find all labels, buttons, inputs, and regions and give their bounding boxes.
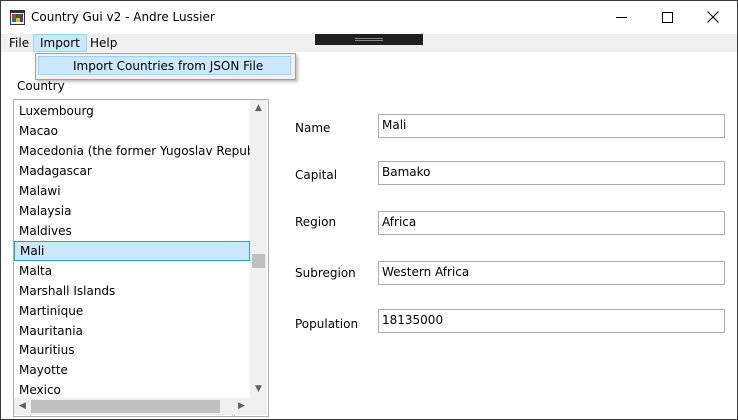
menu-help[interactable]: Help [85, 34, 122, 52]
minimize-button[interactable] [598, 1, 644, 33]
list-item[interactable]: Malawi [14, 181, 250, 201]
grip-icon [355, 38, 383, 41]
name-field[interactable]: Mali [378, 114, 725, 138]
list-item[interactable]: Macedonia (the former Yugoslav Republic … [14, 141, 250, 161]
subregion-label: Subregion [295, 266, 356, 280]
name-label: Name [295, 121, 331, 135]
menu-file[interactable]: File [4, 34, 34, 52]
maximize-icon [661, 11, 673, 23]
vertical-scrollbar[interactable]: ▲ ▼ [250, 100, 267, 398]
menu-import[interactable]: Import [33, 34, 87, 52]
subregion-field[interactable]: Western Africa [378, 261, 725, 285]
list-item[interactable]: Macao [14, 121, 250, 141]
horizontal-scroll-thumb[interactable] [31, 400, 220, 413]
close-button[interactable] [690, 1, 736, 33]
vertical-scroll-thumb[interactable] [252, 254, 265, 268]
list-item[interactable]: Madagascar [14, 161, 250, 181]
list-item[interactable]: Mauritius [14, 340, 250, 360]
scroll-right-icon[interactable]: ▶ [233, 398, 250, 415]
population-label: Population [295, 317, 359, 331]
drag-handle[interactable] [315, 34, 423, 45]
capital-label: Capital [295, 168, 338, 182]
country-listbox[interactable]: Luxembourg Macao Macedonia (the former Y… [13, 99, 269, 417]
main-window: Country Gui v2 - Andre Lussier File Impo… [0, 0, 738, 420]
list-item[interactable]: Malaysia [14, 201, 250, 221]
list-item[interactable]: Mayotte [14, 360, 250, 380]
list-item[interactable]: Mauritania [14, 321, 250, 341]
scroll-up-icon[interactable]: ▲ [250, 100, 267, 117]
app-icon [10, 10, 25, 25]
horizontal-scrollbar[interactable]: ◀ ▶ [14, 398, 250, 415]
capital-field[interactable]: Bamako [378, 161, 725, 185]
list-item[interactable]: Marshall Islands [14, 281, 250, 301]
close-icon [707, 11, 719, 23]
region-field[interactable]: Africa [378, 211, 725, 235]
list-item[interactable]: Mexico [14, 380, 250, 400]
region-label: Region [295, 215, 337, 229]
list-item[interactable]: Martinique [14, 301, 250, 321]
population-field[interactable]: 18135000 [378, 309, 725, 333]
list-item[interactable]: Maldives [14, 221, 250, 241]
country-label: Country [17, 79, 65, 93]
scroll-down-icon[interactable]: ▼ [250, 381, 267, 398]
window-title: Country Gui v2 - Andre Lussier [31, 10, 215, 24]
list-item[interactable]: Malta [14, 261, 250, 281]
scrollbar-corner [250, 398, 267, 415]
title-bar[interactable]: Country Gui v2 - Andre Lussier [1, 1, 737, 34]
scroll-left-icon[interactable]: ◀ [14, 398, 31, 415]
maximize-button[interactable] [644, 1, 690, 33]
import-countries-menu-item[interactable]: Import Countries from JSON File [38, 56, 291, 75]
list-item-selected[interactable]: Mali [14, 241, 250, 261]
minimize-icon [615, 16, 627, 18]
list-item[interactable]: Luxembourg [14, 101, 250, 121]
import-dropdown-menu: Import Countries from JSON File [35, 53, 296, 80]
